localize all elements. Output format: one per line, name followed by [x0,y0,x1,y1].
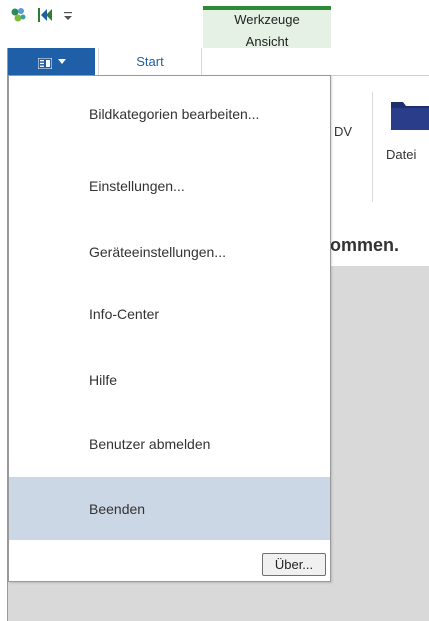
chevron-down-icon [57,59,66,64]
customize-dropdown-icon[interactable] [62,6,80,24]
menu-item-exit[interactable]: Beenden [9,477,330,540]
folder-icon[interactable] [389,96,429,132]
menu-item-device-settings[interactable]: Geräteeinstellungen... [9,220,330,283]
menu-item-logout[interactable]: Benutzer abmelden [9,412,330,475]
quick-access-toolbar: Werkzeuge Ansicht [0,0,429,49]
tab-ansicht[interactable]: Ansicht [203,34,331,49]
menu-grid-icon [37,56,52,70]
ribbon-separator [372,92,373,202]
context-group-title: Werkzeuge [234,12,300,27]
app-menu-dropdown: Bildkategorien bearbeiten... Einstellung… [8,75,331,582]
about-button[interactable]: Über... [262,553,326,576]
menu-item-edit-image-categories[interactable]: Bildkategorien bearbeiten... [9,82,330,145]
app-menu-button[interactable] [8,48,95,75]
app-logo-icon[interactable] [10,6,28,24]
menu-item-info-center[interactable]: Info-Center [9,282,330,345]
menu-item-help[interactable]: Hilfe [9,348,330,411]
application-window: Werkzeuge Ansicht Start DV Datei ommen. [0,0,429,621]
tools-context-group: Werkzeuge Ansicht [203,6,331,49]
ribbon-partial-label-dv: DV [334,124,353,139]
menu-item-settings[interactable]: Einstellungen... [9,154,330,217]
content-heading: ommen. [330,235,400,255]
first-page-icon[interactable] [36,6,54,24]
tab-start[interactable]: Start [98,48,202,75]
ribbon-datei-label[interactable]: Datei [386,147,416,162]
left-border [0,48,8,621]
